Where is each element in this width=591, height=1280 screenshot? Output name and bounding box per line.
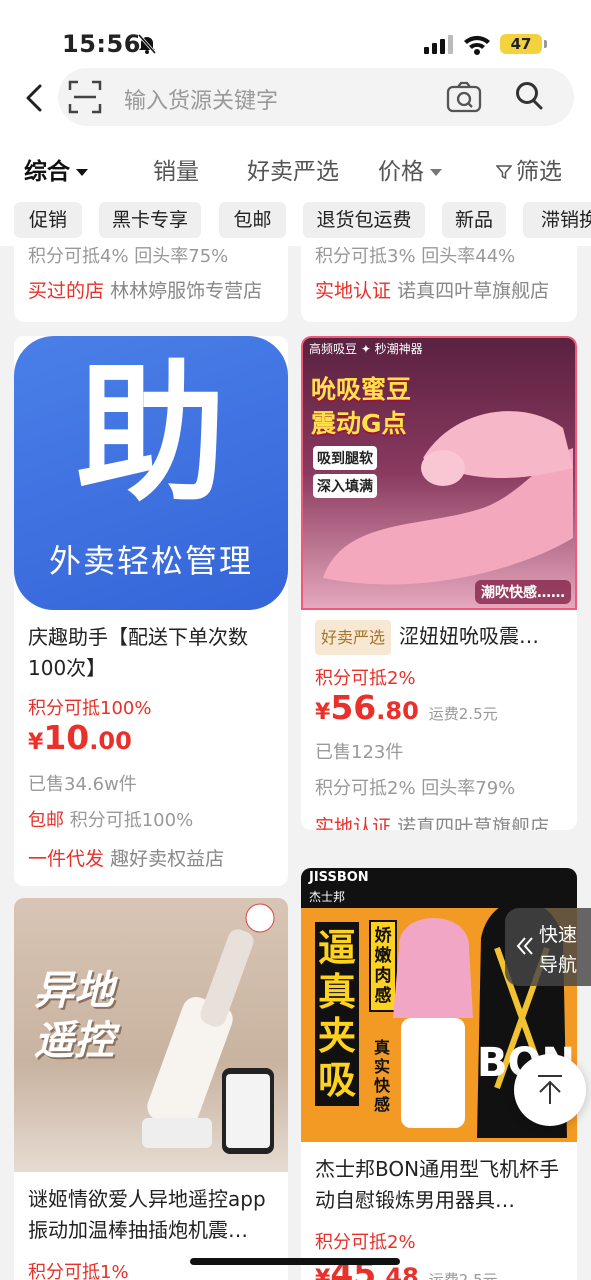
- image-text-sub: 外卖轻松管理: [48, 542, 253, 580]
- price-decimal: .48: [376, 1263, 419, 1280]
- quick-nav-label-2: 导航: [539, 954, 578, 976]
- selection-badge: 好卖严选: [315, 620, 392, 655]
- caret-down-icon: [430, 169, 442, 176]
- product-image[interactable]: 助 外卖轻松管理: [14, 336, 288, 610]
- sold-count: 已售123件: [315, 742, 404, 763]
- product-title[interactable]: 谜姬情欲爱人异地遥控app振动加温棒抽插炮机震…: [28, 1184, 278, 1246]
- chip-promotion[interactable]: 促销: [14, 202, 82, 238]
- stats-line: 积分可抵2% 回头率79%: [315, 778, 516, 799]
- cellular-signal-icon: [424, 35, 453, 54]
- shop-name[interactable]: 诺真四叶草旗舰店: [397, 816, 549, 830]
- product-title[interactable]: 杰士邦BON通用型飞机杯手动自慰锻炼男用器具…: [315, 1154, 567, 1216]
- price-integer: 56: [330, 688, 377, 727]
- chip-slow-moving[interactable]: 滞销换: [523, 202, 591, 238]
- shop-line: 一件代发 趣好卖权益店: [28, 844, 224, 871]
- shop-tag: 一件代发: [28, 848, 105, 870]
- points-line: 积分可抵100%: [28, 698, 152, 719]
- shop-tag: 买过的店: [28, 280, 105, 302]
- chip-new[interactable]: 新品: [442, 202, 506, 238]
- price-integer: 10: [43, 718, 90, 757]
- product-title[interactable]: 庆趣助手【配送下单次数100次】: [28, 622, 278, 684]
- chip-free-shipping[interactable]: 包邮: [219, 202, 286, 238]
- shop-line: 买过的店 林林婷服饰专营店: [28, 276, 262, 303]
- tab-comprehensive[interactable]: 综合: [24, 152, 88, 186]
- tab-good-sell-selection[interactable]: 好卖严选: [247, 152, 339, 186]
- search-input[interactable]: 输入货源关键字: [124, 83, 278, 115]
- shop-name[interactable]: 林林婷服饰专营店: [110, 280, 262, 302]
- shop-name[interactable]: 诺真四叶草旗舰店: [397, 280, 549, 302]
- chip-return-shipping[interactable]: 退货包运费: [303, 202, 425, 238]
- product-title-line: 好卖严选 涩妞妞吮吸震…: [315, 620, 567, 655]
- points-text: 积分可抵100%: [69, 810, 194, 831]
- scan-icon[interactable]: [68, 80, 102, 114]
- product-card[interactable]: 高频吸豆 ✦ 秒潮神器 吮吸蜜豆 震动G点 吸到腿软 深入填满 潮吹快感…… 好…: [301, 336, 577, 830]
- quick-nav-label-1: 快速: [539, 924, 578, 946]
- chip-black-card[interactable]: 黑卡专享: [99, 202, 201, 238]
- product-illustration: [142, 903, 275, 1154]
- product-image[interactable]: 高频吸豆 ✦ 秒潮神器 吮吸蜜豆 震动G点 吸到腿软 深入填满 潮吹快感……: [301, 336, 577, 610]
- sort-tabs: 综合 销量 好卖严选 价格 筛选: [0, 138, 591, 198]
- camera-search-icon[interactable]: [446, 80, 482, 114]
- shipping-fee: 运费2.5元: [428, 705, 498, 723]
- shop-tag: 实地认证: [315, 280, 392, 302]
- product-illustration: [323, 411, 573, 585]
- free-shipping-tag: 包邮: [28, 810, 64, 831]
- bell-muted-icon: [137, 34, 157, 54]
- points-line: 积分可抵2%: [315, 668, 416, 689]
- product-card[interactable]: 积分可抵3% 回头率44% 实地认证 诺真四叶草旗舰店: [301, 246, 577, 322]
- product-title[interactable]: 涩妞妞吮吸震…: [399, 624, 539, 648]
- price-currency: ¥: [28, 730, 44, 755]
- product-grid: 积分可抵4% 回头率75% 买过的店 林林婷服饰专营店 积分可抵3% 回头率44…: [0, 246, 591, 1280]
- filter-funnel-icon: [495, 165, 513, 180]
- price: ¥10.00: [28, 718, 132, 757]
- points-line: 积分可抵1%: [28, 1262, 129, 1280]
- product-card[interactable]: 助 外卖轻松管理 庆趣助手【配送下单次数100次】 积分可抵100% ¥10.0…: [14, 336, 288, 886]
- status-bar: 15:56 47: [0, 0, 591, 64]
- price-decimal: .80: [376, 697, 419, 725]
- tab-label: 综合: [24, 159, 70, 185]
- shop-line: 实地认证 诺真四叶草旗舰店: [315, 812, 549, 830]
- battery-indicator: 47: [500, 34, 547, 54]
- double-chevron-left-icon: [516, 937, 533, 955]
- search-header: 输入货源关键字: [0, 64, 591, 138]
- product-image[interactable]: 异地 遥控: [14, 898, 288, 1172]
- tab-sales[interactable]: 销量: [153, 152, 199, 186]
- shop-tag: 实地认证: [315, 816, 392, 830]
- quick-nav-button[interactable]: 快速 导航: [505, 908, 591, 986]
- shipping-fee: 运费2.5元: [428, 1271, 498, 1280]
- price: ¥56.80 运费2.5元: [315, 688, 498, 727]
- shipping-line: 包邮 积分可抵100%: [28, 806, 193, 832]
- price-decimal: .00: [89, 727, 132, 755]
- arrow-up-icon: [538, 1075, 562, 1104]
- filter-chips: 促销 黑卡专享 包邮 退货包运费 新品 滞销换: [0, 198, 591, 246]
- image-bottom-text: 潮吹快感……: [475, 580, 571, 604]
- home-indicator[interactable]: [190, 1258, 400, 1265]
- wifi-icon: [464, 35, 490, 55]
- back-arrow-icon[interactable]: [22, 80, 48, 116]
- price-currency: ¥: [315, 700, 331, 725]
- sold-count: 已售34.6w件: [28, 774, 137, 795]
- tab-filter[interactable]: 筛选: [495, 152, 562, 186]
- product-card[interactable]: 异地 遥控 谜姬情欲爱人异地遥控app振动加温棒抽插炮机震… 积分可抵1%: [14, 898, 288, 1280]
- back-to-top-button[interactable]: [514, 1054, 586, 1126]
- stats-line: 积分可抵3% 回头率44%: [315, 246, 516, 267]
- product-card[interactable]: 积分可抵4% 回头率75% 买过的店 林林婷服饰专营店: [14, 246, 288, 322]
- image-text-main: 助: [75, 348, 226, 522]
- tab-label: 筛选: [516, 159, 562, 185]
- search-icon[interactable]: [514, 80, 544, 112]
- price-currency: ¥: [315, 1266, 331, 1280]
- caret-down-icon: [76, 169, 88, 176]
- tab-label: 价格: [378, 159, 424, 185]
- shop-name[interactable]: 趣好卖权益店: [110, 848, 224, 870]
- stats-line: 积分可抵4% 回头率75%: [28, 246, 229, 267]
- points-line: 积分可抵2%: [315, 1232, 416, 1253]
- shop-line: 实地认证 诺真四叶草旗舰店: [315, 276, 549, 303]
- tab-price[interactable]: 价格: [378, 152, 442, 186]
- status-time: 15:56: [62, 30, 141, 58]
- search-box[interactable]: 输入货源关键字: [58, 68, 574, 126]
